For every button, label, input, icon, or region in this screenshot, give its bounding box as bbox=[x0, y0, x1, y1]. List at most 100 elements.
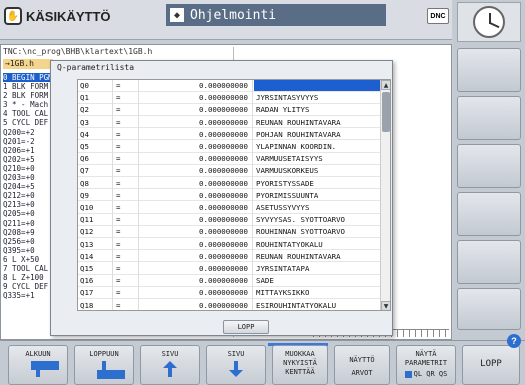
program-line[interactable]: Q213=+0 bbox=[3, 200, 51, 209]
table-row[interactable]: Q14 = 0.000000000 REUNAN ROUHINTAVARA bbox=[78, 251, 380, 263]
table-row[interactable]: Q7 = 0.000000000 VARMUUSKORKEUS bbox=[78, 165, 380, 177]
program-line[interactable]: Q204=+5 bbox=[3, 182, 51, 191]
vertical-softkey-4[interactable] bbox=[457, 192, 521, 236]
vertical-softkey-5[interactable] bbox=[457, 240, 521, 284]
vertical-scrollbar[interactable]: ▲ ▼ bbox=[380, 80, 390, 310]
page-down-softkey[interactable]: SIVU bbox=[206, 345, 266, 385]
param-value: 0.000000000 bbox=[199, 142, 248, 151]
program-line[interactable]: Q201=-2 bbox=[3, 137, 51, 146]
table-row[interactable]: Q3 = 0.000000000 REUNAN ROUHINTAVARA bbox=[78, 117, 380, 129]
program-line[interactable]: 0 BEGIN PGM bbox=[3, 73, 51, 83]
show-params-label-1: NÄYTÄ bbox=[415, 350, 437, 358]
param-name: Q1 bbox=[80, 93, 89, 103]
help-icon[interactable]: ? bbox=[507, 334, 521, 348]
vertical-softkey-2[interactable] bbox=[457, 96, 521, 140]
vertical-softkey-6[interactable] bbox=[457, 288, 521, 330]
param-value: 0.000000000 bbox=[199, 288, 248, 298]
param-desc: ROUHINTATYOKALU bbox=[256, 239, 323, 249]
show-params-label-2: PARAMETRIT bbox=[404, 359, 448, 367]
program-line[interactable]: Q208=+9 bbox=[3, 228, 51, 237]
program-line[interactable]: 5 CYCL DEF bbox=[3, 118, 51, 127]
program-line[interactable]: Q206=+1 bbox=[3, 146, 51, 155]
arrow-up-icon bbox=[163, 361, 177, 377]
program-line[interactable]: 1 BLK FORM bbox=[3, 82, 51, 91]
show-parameters-softkey[interactable]: NÄYTÄ PARAMETRIT QL QR QS bbox=[396, 345, 456, 385]
table-row[interactable]: Q18 = 0.000000000 ESIROUHINTATYOKALU bbox=[78, 300, 380, 310]
table-row[interactable]: Q8 = 0.000000000 PYORISTYSSADE bbox=[78, 178, 380, 190]
table-row[interactable]: Q11 = 0.000000000 SYVYYSAS. SYOTTOARVO bbox=[78, 214, 380, 226]
program-line[interactable]: 3 * - Mach bbox=[3, 100, 51, 109]
param-eq: = bbox=[116, 190, 121, 200]
param-eq: = bbox=[116, 300, 121, 310]
param-value: 0.000000000 bbox=[199, 129, 248, 139]
program-line[interactable]: Q205=+0 bbox=[3, 209, 51, 218]
program-line[interactable]: 8 L Z+100 bbox=[3, 273, 51, 282]
table-row[interactable]: Q5 = 0.000000000 YLAPINNAN KOORDIN. bbox=[78, 141, 380, 153]
program-line[interactable]: Q203=+0 bbox=[3, 173, 51, 182]
program-line[interactable]: Q335=+1 bbox=[3, 291, 51, 300]
param-desc: POHJAN ROUHINTAVARA bbox=[256, 129, 341, 139]
q-parameter-dialog: Q-parametrilista Q0 = 0.000000000 Q1 = 0.000… bbox=[50, 60, 393, 336]
alkuun-label: ALKUUN bbox=[25, 350, 51, 358]
program-line[interactable]: Q212=+0 bbox=[3, 191, 51, 200]
param-value: 0.000000000 bbox=[199, 81, 248, 90]
program-path: TNC:\nc_prog\BHB\klartext\1GB.h bbox=[3, 47, 153, 56]
param-eq: = bbox=[116, 154, 121, 164]
param-value: 0.000000000 bbox=[199, 251, 248, 261]
edit-label-3: KENTTÄÄ bbox=[285, 368, 315, 376]
program-line[interactable]: Q200=+2 bbox=[3, 128, 51, 137]
header-bar: ✋ KÄSIKÄYTTÖ ◆ Ohjelmointi DNC bbox=[0, 0, 452, 40]
table-row[interactable]: Q0 = 0.000000000 bbox=[78, 80, 380, 92]
table-row[interactable]: Q16 = 0.000000000 SADE bbox=[78, 275, 380, 287]
param-eq: = bbox=[116, 239, 121, 249]
param-value: 0.000000000 bbox=[199, 166, 248, 176]
page-up-softkey[interactable]: SIVU bbox=[140, 345, 200, 385]
program-line[interactable]: 7 TOOL CAL bbox=[3, 264, 51, 273]
program-line[interactable]: 4 TOOL CAL bbox=[3, 109, 51, 118]
scrollbar-thumb[interactable] bbox=[382, 92, 390, 132]
program-line[interactable]: Q202=+5 bbox=[3, 155, 51, 164]
param-value: 0.000000000 bbox=[199, 300, 248, 310]
program-line[interactable]: 9 CYCL DEF bbox=[3, 282, 51, 291]
vertical-softkey-1[interactable] bbox=[457, 48, 521, 92]
table-row[interactable]: Q9 = 0.000000000 PYORIMISSUUNTA bbox=[78, 190, 380, 202]
program-line[interactable]: Q210=+0 bbox=[3, 164, 51, 173]
table-row[interactable]: Q15 = 0.000000000 JYRSINTATAPA bbox=[78, 263, 380, 275]
param-desc: SADE bbox=[256, 276, 274, 286]
alkuun-softkey[interactable]: ALKUUN bbox=[8, 345, 68, 385]
table-row[interactable]: Q12 = 0.000000000 ROUHINNAN SYOTTOARVO bbox=[78, 226, 380, 238]
table-row[interactable]: Q1 = 0.000000000 JYRSINTASYVYYS bbox=[78, 92, 380, 104]
param-eq: = bbox=[116, 93, 121, 103]
show-params-label-3: QL QR QS bbox=[413, 370, 448, 378]
program-lines: 0 BEGIN PGM 1 BLK FORM 2 BLK FORM 3 * - … bbox=[3, 73, 51, 300]
param-value: 0.000000000 bbox=[199, 190, 248, 200]
param-desc bbox=[254, 80, 380, 91]
param-name: Q2 bbox=[80, 105, 89, 115]
loppuun-softkey[interactable]: LOPPUUN bbox=[74, 345, 134, 385]
table-row[interactable]: Q6 = 0.000000000 VARMUUSETAISYYS bbox=[78, 153, 380, 165]
param-eq: = bbox=[116, 166, 121, 176]
scroll-down-icon[interactable]: ▼ bbox=[381, 301, 390, 310]
table-row[interactable]: Q4 = 0.000000000 POHJAN ROUHINTAVARA bbox=[78, 129, 380, 141]
scroll-up-icon[interactable]: ▲ bbox=[381, 80, 390, 90]
program-line[interactable]: 6 L X+50 bbox=[3, 255, 51, 264]
program-line[interactable]: Q395=+0 bbox=[3, 246, 51, 255]
column-divider bbox=[112, 80, 113, 310]
dialog-close-button[interactable]: LOPP bbox=[223, 320, 269, 334]
program-line[interactable]: Q256=+0 bbox=[3, 237, 51, 246]
table-row[interactable]: Q10 = 0.000000000 ASETUSSYVYYS bbox=[78, 202, 380, 214]
vertical-softkey-3[interactable] bbox=[457, 144, 521, 188]
param-value: 0.000000000 bbox=[199, 117, 248, 127]
table-row[interactable]: Q17 = 0.000000000 MITTAYKSIKKO bbox=[78, 287, 380, 299]
program-line[interactable]: 2 BLK FORM bbox=[3, 91, 51, 100]
table-row[interactable]: Q13 = 0.000000000 ROUHINTATYOKALU bbox=[78, 239, 380, 251]
param-eq: = bbox=[116, 81, 121, 90]
program-line[interactable]: Q211=+0 bbox=[3, 219, 51, 228]
show-values-softkey[interactable]: NÄYTTÖ ARVOT bbox=[334, 345, 390, 385]
table-row[interactable]: Q2 = 0.000000000 RADAN YLITYS bbox=[78, 104, 380, 116]
machine-mode-label: KÄSIKÄYTTÖ bbox=[26, 8, 111, 24]
param-name: Q14 bbox=[80, 251, 94, 261]
edit-field-softkey[interactable]: MUOKKAA NYKYISTÄ KENTTÄÄ bbox=[272, 345, 328, 385]
lopp-softkey[interactable]: LOPP bbox=[462, 345, 520, 385]
programming-mode-label: Ohjelmointi bbox=[190, 7, 277, 23]
